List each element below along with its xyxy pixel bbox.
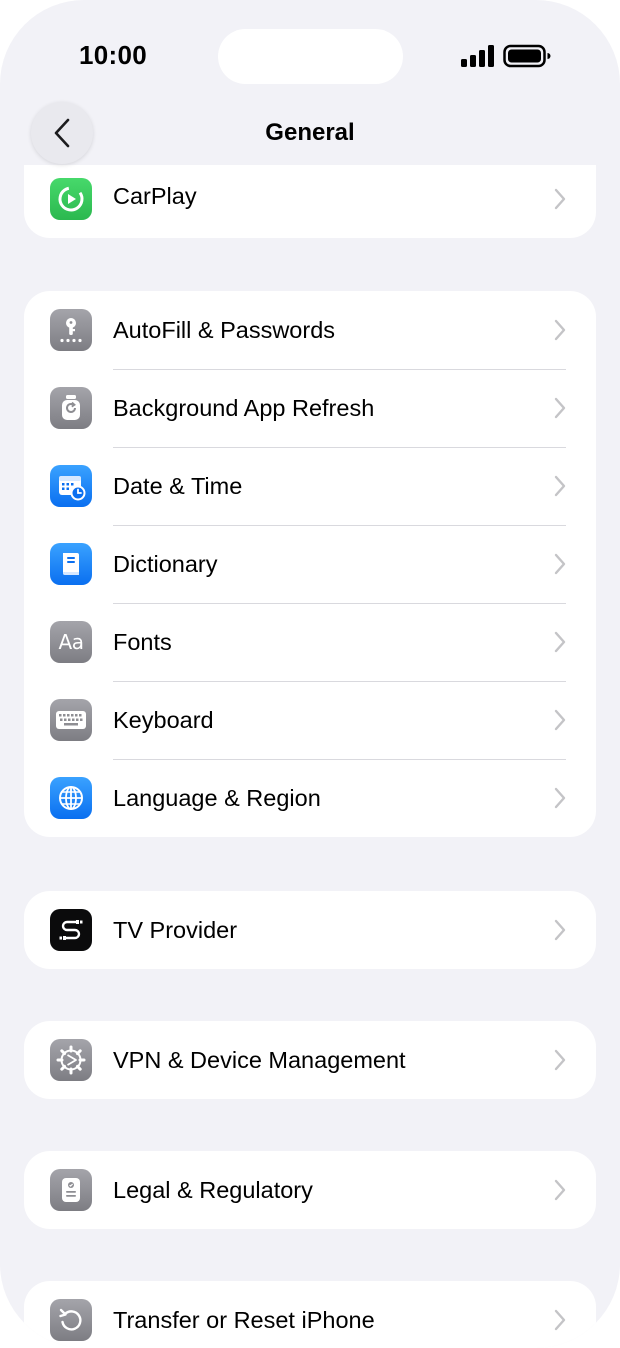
chevron-right-icon — [554, 709, 566, 731]
book-icon — [50, 543, 92, 585]
keyboard-icon — [50, 699, 92, 741]
chevron-right-icon — [554, 1049, 566, 1071]
row-date-time[interactable]: Date & Time — [24, 447, 596, 525]
row-transfer-reset-iphone[interactable]: Transfer or Reset iPhone — [24, 1281, 596, 1348]
row-label: Background App Refresh — [113, 394, 375, 421]
status-time: 10:00 — [79, 40, 147, 70]
page-title: General — [265, 119, 355, 146]
chevron-right-icon — [554, 397, 566, 419]
chevron-right-icon — [554, 1309, 566, 1331]
row-carplay[interactable]: CarPlay — [24, 165, 596, 233]
fonts-icon: Aa — [50, 621, 92, 663]
calendar-clock-icon — [50, 465, 92, 507]
battery-icon — [503, 44, 551, 68]
settings-group-carplay: CarPlay — [24, 165, 596, 238]
row-label: Transfer or Reset iPhone — [113, 1306, 375, 1333]
settings-group-general: AutoFill & Passwords Background App Refr… — [24, 291, 596, 837]
chevron-right-icon — [554, 787, 566, 809]
chevron-right-icon — [554, 319, 566, 341]
chevron-right-icon — [554, 919, 566, 941]
chevron-right-icon — [554, 553, 566, 575]
row-autofill-passwords[interactable]: AutoFill & Passwords — [24, 291, 596, 369]
settings-group-legal: Legal & Regulatory — [24, 1151, 596, 1229]
refresh-icon — [50, 387, 92, 429]
tv-provider-icon — [50, 909, 92, 951]
gear-icon — [50, 1039, 92, 1081]
row-label: Legal & Regulatory — [113, 1176, 313, 1203]
row-legal-regulatory[interactable]: Legal & Regulatory — [24, 1151, 596, 1229]
row-dictionary[interactable]: Dictionary — [24, 525, 596, 603]
row-label: CarPlay — [113, 183, 197, 209]
settings-group-vpn: VPN & Device Management — [24, 1021, 596, 1099]
chevron-right-icon — [554, 188, 566, 210]
chevron-right-icon — [554, 475, 566, 497]
key-icon — [50, 309, 92, 351]
chevron-right-icon — [554, 631, 566, 653]
row-label: Date & Time — [113, 472, 243, 499]
row-label: TV Provider — [113, 916, 238, 943]
settings-group-transfer-reset: Transfer or Reset iPhone — [24, 1281, 596, 1348]
row-fonts[interactable]: Aa Fonts — [24, 603, 596, 681]
globe-icon — [50, 777, 92, 819]
row-label: AutoFill & Passwords — [113, 316, 336, 343]
reset-icon — [50, 1299, 92, 1341]
row-label: Language & Region — [113, 784, 321, 811]
row-vpn-device-management[interactable]: VPN & Device Management — [24, 1021, 596, 1099]
cellular-signal-icon — [461, 45, 494, 67]
document-icon — [50, 1169, 92, 1211]
row-label: VPN & Device Management — [113, 1046, 406, 1073]
row-background-app-refresh[interactable]: Background App Refresh — [24, 369, 596, 447]
settings-screen: 10:00 General CarPlay AutoFill & Passwor… — [0, 0, 620, 1348]
row-tv-provider[interactable]: TV Provider — [24, 891, 596, 969]
row-label: Keyboard — [113, 706, 214, 733]
row-language-region[interactable]: Language & Region — [24, 759, 596, 837]
fonts-glyph: Aa — [58, 630, 84, 654]
carplay-icon — [50, 178, 92, 220]
row-keyboard[interactable]: Keyboard — [24, 681, 596, 759]
settings-group-tv-provider: TV Provider — [24, 891, 596, 969]
row-label: Fonts — [113, 628, 172, 655]
dynamic-island — [218, 29, 403, 84]
row-label: Dictionary — [113, 550, 218, 577]
chevron-right-icon — [554, 1179, 566, 1201]
